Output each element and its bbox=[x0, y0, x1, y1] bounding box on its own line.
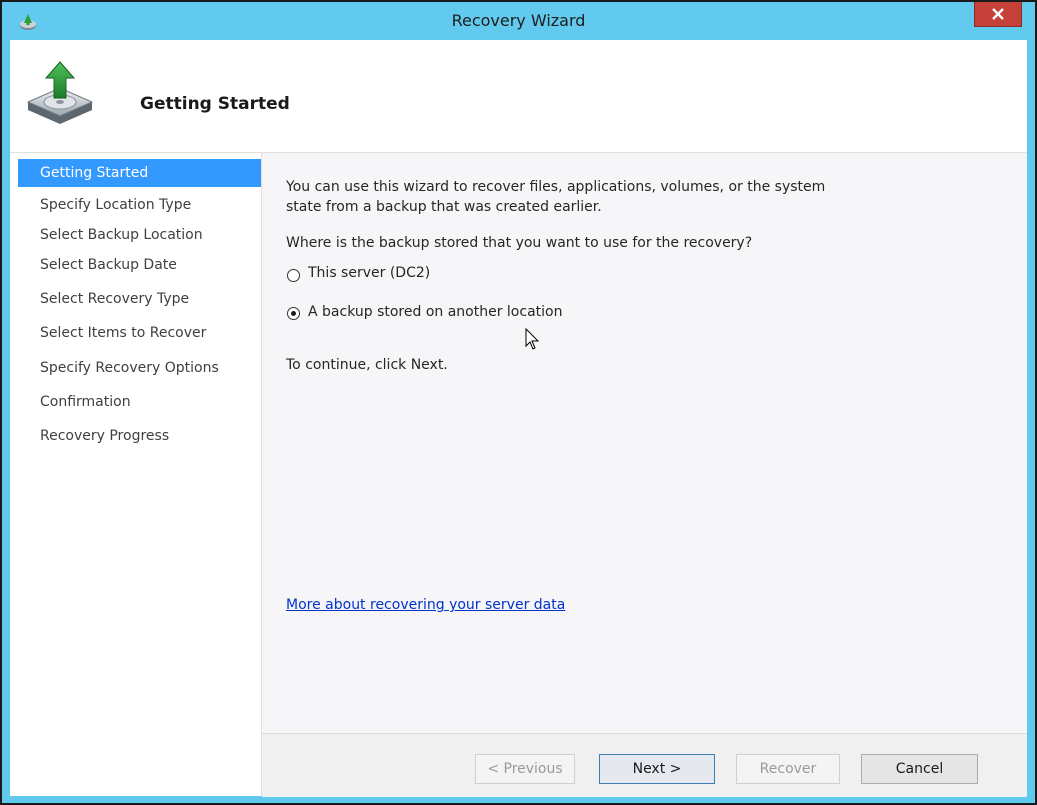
previous-button[interactable]: < Previous bbox=[475, 754, 575, 784]
radio-another-location[interactable] bbox=[287, 307, 300, 320]
radio-this-server[interactable] bbox=[287, 269, 300, 282]
wizard-client-area: Getting Started Getting Started Specify … bbox=[10, 40, 1027, 797]
nav-step-specify-recovery-options[interactable]: Specify Recovery Options bbox=[10, 354, 261, 382]
intro-text-line2: state from a backup that was created ear… bbox=[286, 199, 602, 215]
wizard-header: Getting Started bbox=[10, 40, 1027, 153]
nav-step-select-backup-date[interactable]: Select Backup Date bbox=[10, 251, 261, 279]
nav-step-specify-location-type[interactable]: Specify Location Type bbox=[10, 191, 261, 219]
window-title: Recovery Wizard bbox=[451, 11, 586, 30]
cancel-button[interactable]: Cancel bbox=[861, 754, 978, 784]
more-info-link[interactable]: More about recovering your server data bbox=[286, 597, 565, 613]
nav-step-recovery-progress[interactable]: Recovery Progress bbox=[10, 422, 261, 450]
nav-step-select-recovery-type[interactable]: Select Recovery Type bbox=[10, 285, 261, 313]
wizard-steps-nav: Getting Started Specify Location Type Se… bbox=[10, 153, 262, 796]
intro-text-line1: You can use this wizard to recover files… bbox=[286, 179, 826, 195]
title-bar[interactable]: Recovery Wizard bbox=[2, 2, 1035, 40]
nav-step-select-backup-location[interactable]: Select Backup Location bbox=[10, 221, 261, 249]
backup-location-question: Where is the backup stored that you want… bbox=[286, 235, 753, 251]
close-icon bbox=[992, 8, 1004, 20]
disk-recovery-icon bbox=[24, 58, 96, 130]
recover-button[interactable]: Recover bbox=[736, 754, 840, 784]
wizard-footer: < Previous Next > Recover Cancel bbox=[262, 733, 1027, 797]
nav-step-confirmation[interactable]: Confirmation bbox=[10, 388, 261, 416]
option-another-location-label[interactable]: A backup stored on another location bbox=[308, 304, 562, 320]
mouse-pointer-icon bbox=[525, 328, 540, 350]
recovery-wizard-window: Recovery Wizard Getting Started Getting … bbox=[0, 0, 1037, 805]
nav-step-select-items-to-recover[interactable]: Select Items to Recover bbox=[10, 319, 261, 347]
next-button[interactable]: Next > bbox=[599, 754, 715, 784]
option-this-server-label[interactable]: This server (DC2) bbox=[308, 265, 430, 281]
continue-instruction: To continue, click Next. bbox=[286, 357, 448, 373]
page-title: Getting Started bbox=[140, 94, 290, 114]
close-button[interactable] bbox=[974, 2, 1022, 27]
nav-step-getting-started[interactable]: Getting Started bbox=[18, 159, 261, 187]
